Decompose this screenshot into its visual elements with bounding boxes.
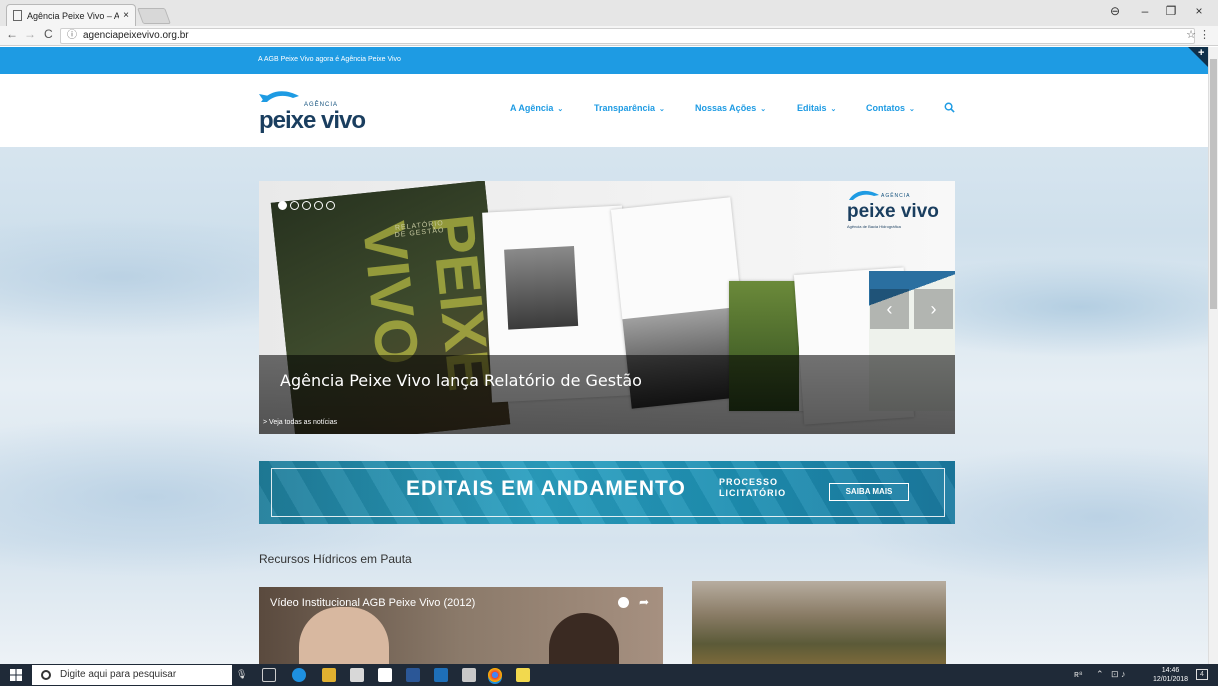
slider-dot[interactable] [326, 201, 335, 210]
chevron-up-icon[interactable]: ⌃ [1096, 669, 1104, 680]
all-news-link[interactable]: > Veja todas as notícias [263, 419, 337, 426]
people-icon[interactable]: ʀ⁸ [1074, 669, 1083, 679]
slide-caption: Agência Peixe Vivo lança Relatório de Ge… [259, 355, 955, 434]
video-thumbnail-person [549, 613, 619, 664]
taskbar-search-placeholder: Digite aqui para pesquisar [60, 669, 177, 680]
profile-icon[interactable]: ⊖ [1100, 4, 1130, 18]
plus-icon: + [1198, 47, 1205, 59]
chevron-down-icon: ⌄ [760, 106, 767, 113]
nav-contatos[interactable]: Contatos ⌄ [866, 103, 915, 113]
video-thumbnail-person [299, 607, 389, 664]
chevron-down-icon: ⌄ [557, 106, 564, 113]
site-info-icon[interactable]: ⓘ [67, 30, 77, 41]
scrollbar-thumb[interactable] [1210, 59, 1217, 309]
new-tab-button[interactable] [137, 8, 171, 24]
clock-time: 14:46 [1161, 667, 1180, 674]
windows-start-icon[interactable] [10, 669, 22, 681]
tab-close-icon[interactable]: × [123, 10, 129, 21]
river-image[interactable] [692, 581, 946, 664]
sticky-notes-icon[interactable] [516, 668, 530, 682]
search-icon[interactable] [944, 102, 955, 113]
slider-dot[interactable] [314, 201, 323, 210]
slider-pagination [278, 201, 335, 210]
close-window-button[interactable]: × [1184, 4, 1214, 18]
banner-title: EDITAIS EM ANDAMENTO [406, 477, 686, 500]
cortana-icon [41, 670, 51, 680]
share-icon[interactable]: ➦ [639, 595, 649, 609]
maximize-button[interactable]: ❐ [1156, 4, 1186, 18]
announcement-bar: A AGB Peixe Vivo agora é Agência Peixe V… [0, 47, 1208, 74]
clock-date: 12/01/2018 [1153, 676, 1189, 683]
site-header: AGÊNCIA peixe vivo A Agência ⌄ Transparên… [0, 74, 1208, 147]
word-icon[interactable] [406, 668, 420, 682]
reload-button[interactable]: C [44, 27, 53, 41]
slider-dot[interactable] [302, 201, 311, 210]
page-icon [13, 10, 22, 21]
nav-label: A Agência [510, 103, 554, 113]
windows-taskbar: Digite aqui para pesquisar 🎙 ʀ⁸ ⌃ ⊡ ♪ 14… [0, 664, 1218, 686]
slider-prev-button[interactable]: ‹ [870, 289, 909, 329]
nav-nossas-acoes[interactable]: Nossas Ações ⌄ [695, 103, 766, 113]
slide-logo-subtitle: AGÊNCIA [881, 193, 911, 199]
microphone-icon[interactable]: 🎙 [236, 669, 247, 680]
chevron-down-icon: ⌄ [659, 106, 665, 113]
corner-plus-button[interactable]: + [1188, 47, 1208, 67]
page-viewport: A AGB Peixe Vivo agora é Agência Peixe V… [0, 47, 1208, 664]
slide-caption-title[interactable]: Agência Peixe Vivo lança Relatório de Ge… [280, 371, 642, 390]
slider-dot[interactable] [278, 201, 287, 210]
store-icon[interactable] [350, 668, 364, 682]
banner-subtitle-line2: LICITATÓRIO [719, 488, 787, 498]
notification-center-icon[interactable]: 4 [1196, 669, 1208, 680]
calculator-icon[interactable] [462, 668, 476, 682]
nav-editais[interactable]: Editais ⌄ [797, 103, 836, 113]
slide-logo-tagline: Agência de Bacia Hidrográfica [847, 224, 901, 229]
file-explorer-icon[interactable] [322, 668, 336, 682]
banner-subtitle: PROCESSO LICITATÓRIO [719, 477, 786, 499]
nav-label: Contatos [866, 103, 905, 113]
back-button[interactable]: ← [6, 27, 18, 41]
forward-button[interactable]: → [24, 27, 36, 41]
outlook-icon[interactable] [434, 668, 448, 682]
announcement-text: A AGB Peixe Vivo agora é Agência Peixe V… [258, 56, 401, 63]
video-embed[interactable]: Vídeo Institucional AGB Peixe Vivo (2012… [259, 587, 663, 664]
browser-toolbar: ← → C ⓘ agenciapeixevivo.org.br ☆ ⋮ [0, 26, 1218, 46]
slide-logo: AGÊNCIA peixe vivo Agência de Bacia Hidr… [847, 190, 947, 229]
browser-menu-icon[interactable]: ⋮ [1199, 28, 1210, 41]
nav-label: Editais [797, 103, 827, 113]
taskbar-search-input[interactable]: Digite aqui para pesquisar [32, 665, 232, 685]
tab-title: Agência Peixe Vivo – Agê [27, 10, 120, 21]
logo-name: peixe vivo [259, 107, 366, 134]
nav-transparencia[interactable]: Transparência ⌄ [594, 103, 665, 113]
chrome-icon[interactable] [488, 668, 502, 682]
news-slider[interactable]: PEIXE VIVO RELATÓRIO DE GESTÃO AGÊNCIA p… [259, 181, 955, 434]
video-title[interactable]: Vídeo Institucional AGB Peixe Vivo (2012… [270, 597, 475, 609]
watch-later-icon[interactable] [618, 597, 629, 608]
mail-icon[interactable] [378, 668, 392, 682]
edge-browser-icon[interactable] [292, 668, 306, 682]
nav-a-agencia[interactable]: A Agência ⌄ [510, 103, 563, 113]
saiba-mais-button[interactable]: SAIBA MAIS [829, 483, 909, 501]
section-title: Recursos Hídricos em Pauta [259, 552, 412, 566]
slide-logo-name: peixe vivo [847, 201, 939, 222]
address-bar[interactable]: ⓘ agenciapeixevivo.org.br [60, 28, 1195, 44]
browser-tab-strip: Agência Peixe Vivo – Agê × ⊖ – ❐ × [0, 0, 1218, 26]
browser-tab[interactable]: Agência Peixe Vivo – Agê × [6, 4, 136, 26]
slider-dot[interactable] [290, 201, 299, 210]
network-volume-icons[interactable]: ⊡ ♪ [1111, 669, 1126, 680]
chevron-left-icon: ‹ [886, 298, 893, 319]
banner-subtitle-line1: PROCESSO [719, 477, 779, 487]
page-scrollbar[interactable] [1208, 47, 1218, 664]
editais-banner[interactable]: EDITAIS EM ANDAMENTO PROCESSO LICITATÓRIO… [259, 461, 955, 524]
nav-label: Transparência [594, 103, 656, 113]
slider-next-button[interactable]: › [914, 289, 953, 329]
chevron-down-icon: ⌄ [830, 106, 837, 113]
taskbar-clock[interactable]: 14:46 12/01/2018 [1153, 666, 1188, 684]
chevron-right-icon: › [930, 298, 937, 319]
site-logo[interactable]: AGÊNCIA peixe vivo [259, 86, 379, 134]
task-view-icon[interactable] [262, 668, 276, 682]
bookmark-star-icon[interactable]: ☆ [1186, 28, 1196, 41]
nav-label: Nossas Ações [695, 103, 757, 113]
chevron-down-icon: ⌄ [909, 106, 915, 113]
url-text: agenciapeixevivo.org.br [83, 30, 189, 41]
